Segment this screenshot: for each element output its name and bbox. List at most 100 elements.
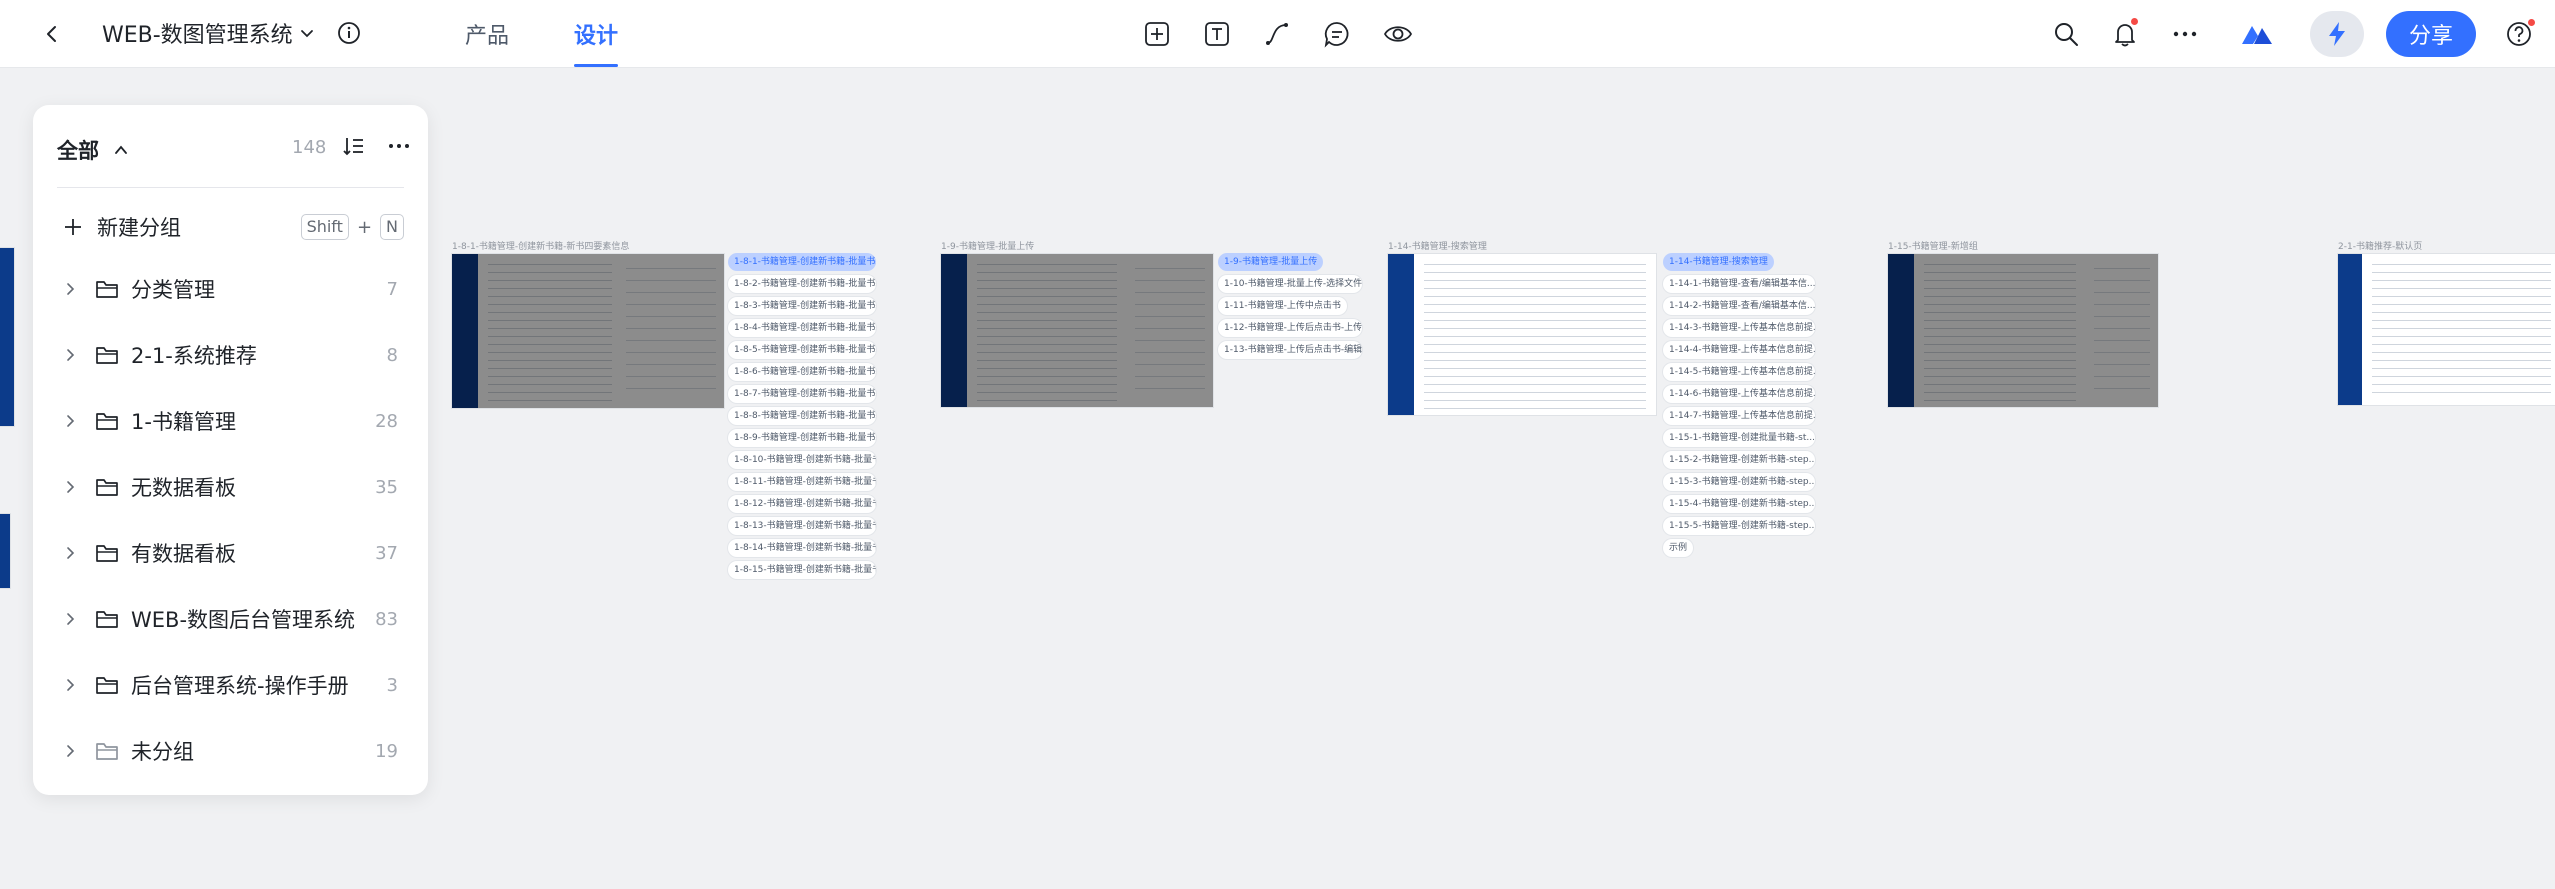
page-chip[interactable]: 1-14-6-书籍管理-上传基本信息前提...: [1663, 385, 1815, 403]
frame-label[interactable]: 1-14-书籍管理-搜索管理: [1388, 239, 1487, 252]
page-chip[interactable]: 1-8-10-书籍管理-创建新书籍-批量书...: [728, 451, 876, 469]
frame-thumbnail-hidden[interactable]: [0, 248, 14, 426]
page-chip[interactable]: 1-14-3-书籍管理-上传基本信息前提...: [1663, 319, 1815, 337]
preview-icon: [1383, 26, 1413, 42]
frame-thumbnail-hidden[interactable]: [0, 514, 10, 588]
frame-thumbnail[interactable]: [1888, 254, 2158, 407]
page-chip[interactable]: 1-8-6-书籍管理-创建新书籍-批量书籍...: [728, 363, 876, 381]
all-groups-toggle[interactable]: 全部: [57, 135, 129, 165]
chevron-right-icon[interactable]: [63, 480, 77, 494]
page-chip[interactable]: 1-8-7-书籍管理-创建新书籍-批量书籍...: [728, 385, 876, 403]
page-chip[interactable]: 1-14-2-书籍管理-查看/编辑基本信...: [1663, 297, 1815, 315]
chevron-right-icon[interactable]: [63, 678, 77, 692]
page-chip[interactable]: 1-8-9-书籍管理-创建新书籍-批量书籍...: [728, 429, 876, 447]
page-chip[interactable]: 1-14-4-书籍管理-上传基本信息前提...: [1663, 341, 1815, 359]
group-row[interactable]: 后台管理系统-操作手册 3: [33, 661, 428, 709]
group-row[interactable]: 2-1-系统推荐 8: [33, 331, 428, 379]
page-chip[interactable]: 1-14-书籍管理-搜索管理: [1663, 253, 1774, 271]
info-button[interactable]: [334, 18, 364, 48]
frame-thumbnail[interactable]: [1388, 254, 1656, 415]
ai-assistant-button[interactable]: [2310, 11, 2364, 57]
group-row[interactable]: 1-书籍管理 28: [33, 397, 428, 445]
page-chip[interactable]: 1-15-3-书籍管理-创建新书籍-step...: [1663, 473, 1815, 491]
page-chip[interactable]: 1-14-7-书籍管理-上传基本信息前提...: [1663, 407, 1815, 425]
page-chip[interactable]: 1-15-4-书籍管理-创建新书籍-step...: [1663, 495, 1815, 513]
frame-label[interactable]: 2-1-书籍推荐-默认页: [2338, 239, 2422, 252]
page-chip[interactable]: 1-8-12-书籍管理-创建新书籍-批量书...: [728, 495, 876, 513]
frame-label[interactable]: 1-15-书籍管理-新增组: [1888, 239, 1978, 252]
help-button[interactable]: [2503, 18, 2535, 50]
group-row[interactable]: 有数据看板 37: [33, 529, 428, 577]
panel-heading: 全部: [57, 139, 99, 163]
page-chip[interactable]: 1-8-1-书籍管理-创建新书籍-批量书籍...: [728, 253, 876, 271]
panel-more-button[interactable]: [384, 131, 414, 161]
group-row[interactable]: 无数据看板 35: [33, 463, 428, 511]
search-button[interactable]: [2050, 18, 2082, 50]
page-chip[interactable]: 1-15-1-书籍管理-创建批量书籍-st...: [1663, 429, 1815, 447]
folder-icon: [96, 281, 118, 298]
share-button[interactable]: 分享: [2386, 11, 2476, 57]
chevron-right-icon[interactable]: [63, 282, 77, 296]
chevron-right-icon[interactable]: [63, 348, 77, 362]
group-count: 37: [375, 542, 398, 564]
page-chip[interactable]: 1-8-2-书籍管理-创建新书籍-批量书籍...: [728, 275, 876, 293]
page-chip[interactable]: 1-12-书籍管理-上传后点击书-上传: [1218, 319, 1362, 337]
more-button[interactable]: [2169, 18, 2201, 50]
add-frame-icon: [1145, 22, 1169, 46]
preview-button[interactable]: [1381, 18, 1415, 50]
connector-tool-button[interactable]: [1261, 18, 1293, 50]
page-chip[interactable]: 1-13-书籍管理-上传后点击书-编辑: [1218, 341, 1362, 359]
connector-icon: [1266, 23, 1288, 45]
app-logo-button[interactable]: [2239, 16, 2275, 52]
shortcut-plus: +: [356, 216, 373, 238]
chevron-right-icon[interactable]: [63, 546, 77, 560]
page-chip[interactable]: 1-14-5-书籍管理-上传基本信息前提...: [1663, 363, 1815, 381]
folder-icon: [96, 479, 118, 496]
plus-icon: [65, 219, 81, 235]
sort-button[interactable]: [339, 131, 369, 161]
frame-label[interactable]: 1-8-1-书籍管理-创建新书籍-新书四要素信息: [452, 239, 629, 252]
page-chip[interactable]: 1-15-5-书籍管理-创建新书籍-step...: [1663, 517, 1815, 535]
page-chip[interactable]: 示例: [1663, 539, 1694, 557]
chevron-down-icon: [300, 30, 313, 38]
page-chip[interactable]: 1-8-15-书籍管理-创建新书籍-批量书...: [728, 561, 876, 579]
shortcut-key: Shift: [300, 214, 349, 240]
folder-icon: [96, 413, 118, 430]
group-row[interactable]: 未分组 19: [33, 727, 428, 775]
frame-thumbnail[interactable]: [941, 254, 1213, 407]
frame-thumbnail[interactable]: [452, 254, 724, 408]
folder-icon: [96, 611, 118, 628]
page-chip[interactable]: 1-8-3-书籍管理-创建新书籍-批量书籍...: [728, 297, 876, 315]
page-chip[interactable]: 1-10-书籍管理-批量上传-选择文件: [1218, 275, 1362, 293]
group-row[interactable]: WEB-数图后台管理系统 83: [33, 595, 428, 643]
new-group-button[interactable]: 新建分组 Shift + N: [33, 203, 428, 251]
add-frame-button[interactable]: [1141, 18, 1173, 50]
folder-icon: [96, 347, 118, 364]
chevron-right-icon[interactable]: [63, 414, 77, 428]
comment-tool-button[interactable]: [1321, 18, 1353, 50]
text-tool-button[interactable]: [1201, 18, 1233, 50]
group-name: 2-1-系统推荐: [131, 344, 257, 368]
page-chip[interactable]: 1-9-书籍管理-批量上传: [1218, 253, 1324, 271]
page-chip[interactable]: 1-8-4-书籍管理-创建新书籍-批量书籍...: [728, 319, 876, 337]
page-chip[interactable]: 1-8-5-书籍管理-创建新书籍-批量书籍...: [728, 341, 876, 359]
tab-design[interactable]: 设计: [574, 18, 618, 50]
frame-label[interactable]: 1-9-书籍管理-批量上传: [941, 239, 1034, 252]
page-chip[interactable]: 1-14-1-书籍管理-查看/编辑基本信...: [1663, 275, 1815, 293]
tab-product[interactable]: 产品: [465, 18, 509, 50]
frame-thumbnail[interactable]: [2338, 254, 2555, 405]
page-chip[interactable]: 1-8-11-书籍管理-创建新书籍-批量书...: [728, 473, 876, 491]
info-icon: [338, 22, 360, 44]
page-chip[interactable]: 1-8-13-书籍管理-创建新书籍-批量书...: [728, 517, 876, 535]
group-row[interactable]: 分类管理 7: [33, 265, 428, 313]
chevron-right-icon[interactable]: [63, 744, 77, 758]
group-name: WEB-数图后台管理系统: [131, 608, 356, 632]
chevron-right-icon[interactable]: [63, 612, 77, 626]
page-chip[interactable]: 1-11-书籍管理-上传中点击书: [1218, 297, 1347, 315]
document-title[interactable]: WEB-数图管理系统: [102, 17, 315, 49]
page-chip[interactable]: 1-8-8-书籍管理-创建新书籍-批量书籍...: [728, 407, 876, 425]
page-chip[interactable]: 1-8-14-书籍管理-创建新书籍-批量书...: [728, 539, 876, 557]
back-button[interactable]: [36, 18, 68, 50]
notification-button[interactable]: [2109, 18, 2141, 50]
page-chip[interactable]: 1-15-2-书籍管理-创建新书籍-step...: [1663, 451, 1815, 469]
